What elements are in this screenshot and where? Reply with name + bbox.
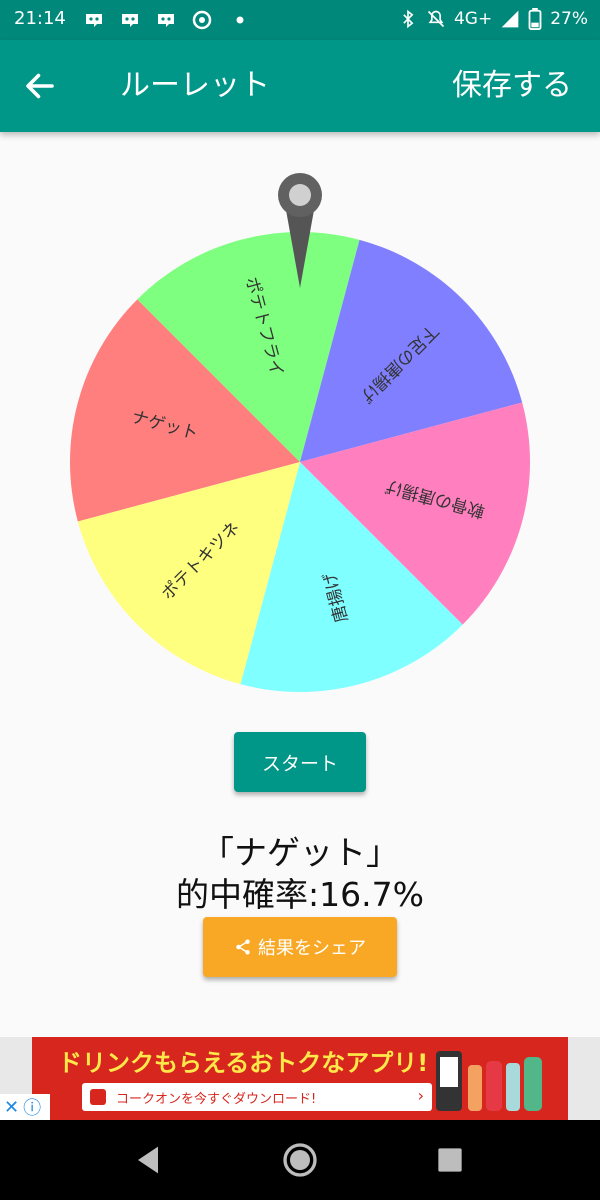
battery-icon	[528, 8, 542, 30]
drink-bottles-image	[436, 1051, 542, 1111]
start-button[interactable]: スタート	[234, 732, 366, 792]
discord-icon	[122, 14, 138, 27]
roulette-wheel[interactable]: ナゲットポテトフライ 下足の唐揚げ軟骨の唐揚げ唐揚げポテトキツネ	[60, 170, 540, 710]
save-button[interactable]: 保存する	[452, 60, 572, 104]
close-icon[interactable]: ✕	[4, 1097, 19, 1118]
wheel-segments	[70, 232, 530, 692]
share-result-button[interactable]: 結果をシェア	[203, 917, 397, 977]
status-right: 4G+ 27%	[398, 8, 588, 30]
power-icon	[90, 1089, 106, 1105]
navigation-bar	[0, 1120, 600, 1200]
battery-level: 27%	[550, 9, 588, 29]
info-icon[interactable]: ⓘ	[23, 1094, 41, 1120]
network-type: 4G+	[453, 9, 493, 29]
share-button-label: 結果をシェア	[258, 938, 366, 959]
share-icon	[236, 939, 250, 955]
back-nav-icon[interactable]	[128, 1140, 168, 1180]
ad-banner[interactable]: ドリンクもらえるおトクなアプリ! コークオンを今すぐダウンロード! › ✕ ⓘ	[0, 1037, 600, 1120]
mute-icon	[427, 10, 445, 28]
ad-headline: ドリンクもらえるおトクなアプリ!	[58, 1049, 429, 1077]
discord-icon	[158, 14, 174, 27]
discord-icon	[86, 14, 102, 27]
ad-choices[interactable]: ✕ ⓘ	[0, 1094, 50, 1120]
ad-download-button[interactable]: コークオンを今すぐダウンロード! ›	[82, 1083, 432, 1111]
recents-nav-icon[interactable]	[430, 1140, 470, 1180]
result-text: 「ナゲット」	[201, 833, 399, 872]
hit-probability: 的中確率:16.7%	[176, 875, 424, 914]
page-title: ルーレット	[120, 68, 270, 103]
ad-cta-label: コークオンを今すぐダウンロード!	[116, 1091, 317, 1107]
status-time: 21:14	[14, 8, 66, 29]
home-nav-icon[interactable]	[280, 1140, 320, 1180]
app-bar: ルーレット 保存する	[0, 40, 600, 132]
signal-icon	[501, 10, 519, 28]
notification-dot-icon	[236, 16, 244, 24]
bluetooth-icon	[403, 9, 414, 29]
status-bar: 21:14 4G+ 27%	[0, 0, 600, 40]
chevron-right-icon: ›	[417, 1086, 424, 1105]
app-notification-icon	[192, 10, 212, 30]
back-arrow-icon[interactable]	[22, 68, 58, 104]
ad-creative[interactable]: ドリンクもらえるおトクなアプリ! コークオンを今すぐダウンロード! ›	[32, 1037, 568, 1120]
